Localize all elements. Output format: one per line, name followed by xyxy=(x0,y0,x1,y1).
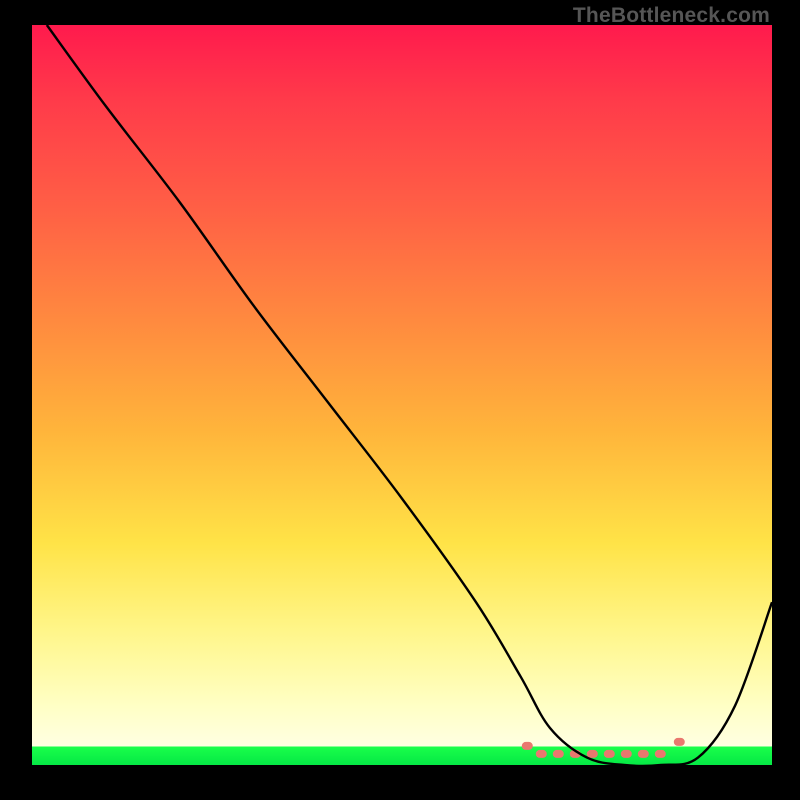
chart-frame: TheBottleneck.com xyxy=(0,0,800,800)
bottleneck-curve xyxy=(47,25,772,766)
plot-area xyxy=(32,25,772,765)
curve-layer xyxy=(32,25,772,765)
flat-region-markers xyxy=(522,738,685,758)
